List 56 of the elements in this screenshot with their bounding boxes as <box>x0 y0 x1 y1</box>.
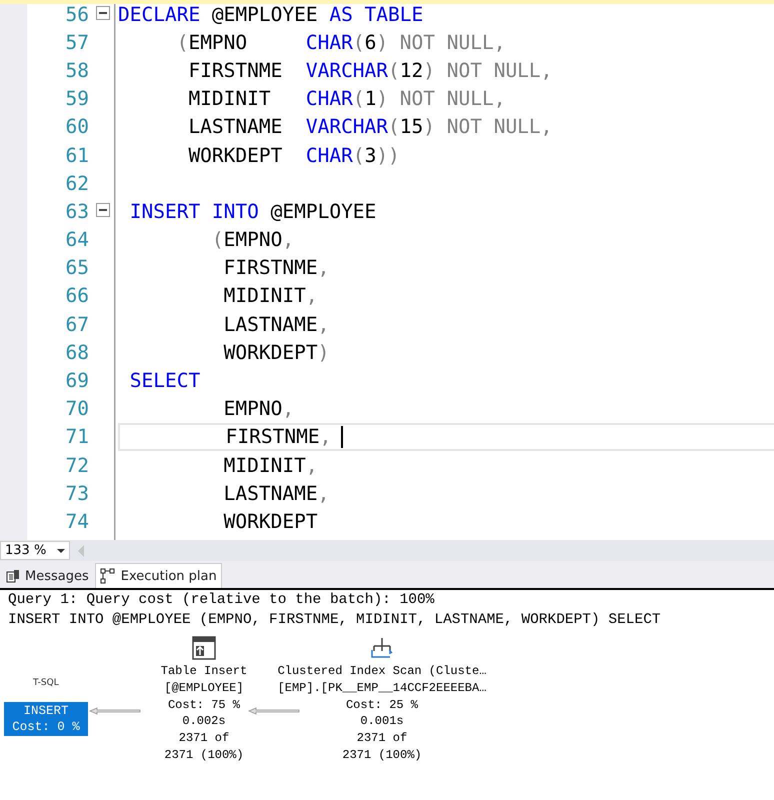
line-number: 59 <box>64 87 89 110</box>
flowchart-icon <box>100 568 116 584</box>
code-line: WORKDEPT) <box>222 340 330 364</box>
line-number: 61 <box>64 144 89 167</box>
line-number: 74 <box>64 510 89 533</box>
code-line: LASTNAME, <box>222 312 330 336</box>
table-insert-icon <box>192 636 216 660</box>
code-line: DECLARE @EMPLOYEE AS TABLE <box>118 2 424 26</box>
line-number: 66 <box>64 284 89 308</box>
code-line: LASTNAME, <box>222 482 330 505</box>
code-line: FIRSTNME VARCHAR(12) NOT NULL, <box>187 58 552 82</box>
line-number: 72 <box>64 454 89 477</box>
code-line: WORKDEPT <box>222 510 318 533</box>
line-number: 64 <box>64 228 89 252</box>
code-line: (EMPNO, <box>210 228 294 252</box>
plan-node[interactable]: INSERT Cost: 0 % <box>4 702 88 736</box>
line-number: 62 <box>64 172 89 195</box>
text-cursor <box>341 426 344 448</box>
line-number: 56 <box>64 2 89 26</box>
collapse-icon[interactable] <box>96 6 110 20</box>
line-number: 73 <box>64 482 89 505</box>
results-tab[interactable]: Execution plan <box>94 563 222 588</box>
code-line: SELECT <box>128 369 200 392</box>
line-number: 63 <box>64 200 89 223</box>
code-line: EMPNO, <box>222 397 294 420</box>
code-editor[interactable] <box>0 0 774 540</box>
line-number: 69 <box>64 369 89 392</box>
line-number: 57 <box>64 30 89 54</box>
node-label: T-SQL <box>33 678 59 688</box>
query-text: Query 1: Query cost (relative to the batch): 100% <box>7 591 436 610</box>
flow-arrow <box>248 707 300 715</box>
code-line: FIRSTNME, <box>224 425 332 448</box>
collapse-icon[interactable] <box>96 203 110 218</box>
code-line: MIDINIT CHAR(1) NOT NULL, <box>187 87 506 110</box>
plan-node[interactable]: Clustered Index Scan (Cluste… [EMP].[PK__EMP__14CCF2EEEEBA… Cost: 25 % 0.001s 2371 of 2371 (100%) <box>278 663 486 764</box>
line-number: 68 <box>64 340 89 364</box>
plan-node[interactable]: Table Insert [@EMPLOYEE] Cost: 75 % 0.002s 2371 of 2371 (100%) <box>160 663 248 764</box>
line-number: 65 <box>64 256 89 280</box>
line-number: 70 <box>64 397 89 420</box>
code-line: MIDINIT, <box>222 284 318 308</box>
code-line: INSERT INTO @EMPLOYEE <box>128 200 376 223</box>
zoom-dropdown[interactable]: 133 % <box>0 541 70 560</box>
code-line: (EMPNO CHAR(6) NOT NULL, <box>176 30 506 54</box>
index-scan-icon <box>370 636 394 660</box>
code-line: FIRSTNME, <box>222 256 330 280</box>
line-number: 71 <box>64 425 89 448</box>
flow-arrow <box>89 707 141 715</box>
code-line: MIDINIT, <box>222 454 318 477</box>
line-number: 60 <box>64 115 89 138</box>
line-number: 67 <box>64 312 89 336</box>
code-line: LASTNAME VARCHAR(15) NOT NULL, <box>187 115 552 138</box>
code-line: WORKDEPT CHAR(3)) <box>187 144 400 167</box>
line-number: 58 <box>64 58 89 82</box>
document-icon <box>6 569 20 583</box>
dropdown-arrow-icon <box>57 548 65 552</box>
query-text: INSERT INTO @EMPLOYEE (EMPNO, FIRSTNME, MIDINIT, LASTNAME, WORKDEPT) SELECT <box>7 611 662 630</box>
